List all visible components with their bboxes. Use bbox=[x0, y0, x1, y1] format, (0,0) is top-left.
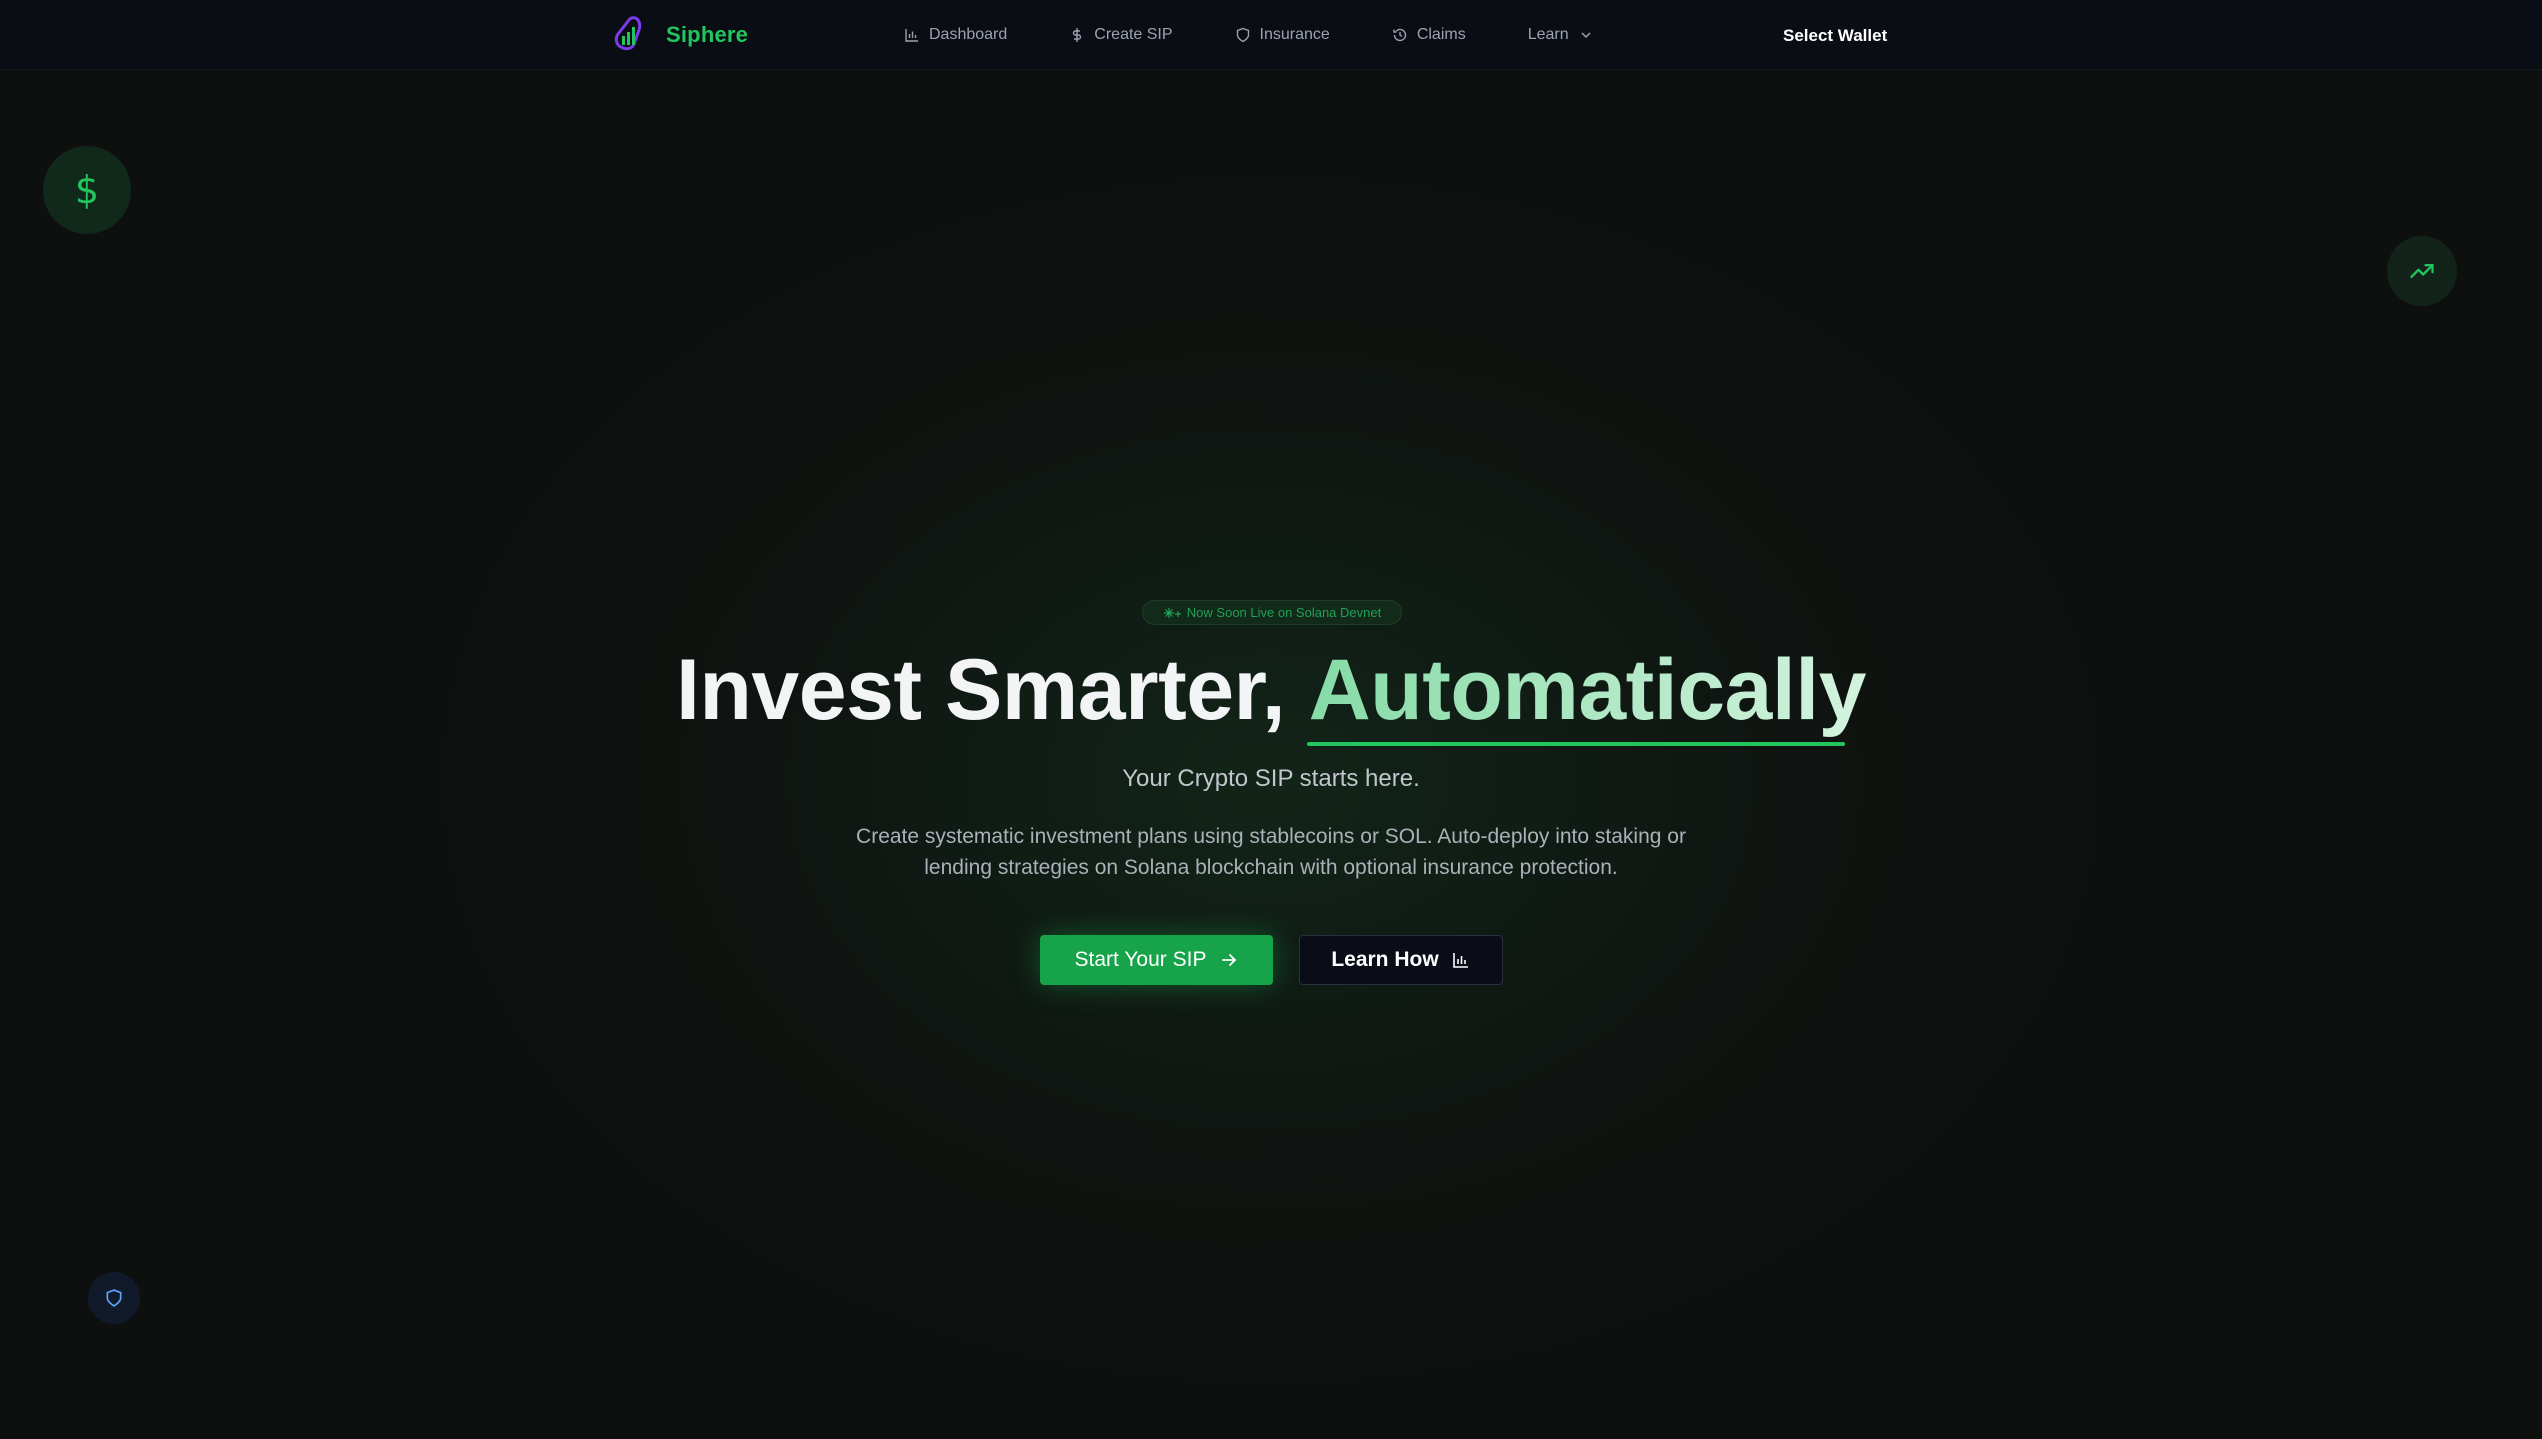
shield-icon bbox=[1236, 27, 1249, 43]
nav-dashboard[interactable]: Dashboard bbox=[904, 26, 1007, 44]
page: Siphere Dashboard Create SIP Insurance C… bbox=[0, 0, 2542, 1439]
chart-bars-logo-icon bbox=[614, 16, 642, 51]
nav-dashboard-label: Dashboard bbox=[929, 26, 1008, 43]
nav-insurance-label: Insurance bbox=[1259, 26, 1330, 43]
status-badge: Now Soon Live on Solana Devnet bbox=[1142, 600, 1402, 625]
arrow-right-icon bbox=[1222, 954, 1237, 966]
main-nav: Dashboard Create SIP Insurance Claims Le… bbox=[904, 0, 1594, 70]
brand-name: Siphere bbox=[666, 22, 749, 47]
nav-learn-label: Learn bbox=[1527, 26, 1569, 43]
nav-learn-dropdown[interactable]: Learn bbox=[1528, 26, 1594, 44]
floating-trend-bubble bbox=[2387, 236, 2457, 306]
headline-underline bbox=[1307, 742, 1845, 746]
sparkle-icon bbox=[1163, 607, 1181, 618]
floating-dollar-bubble: $ bbox=[43, 146, 131, 234]
headline-part-2: Automatically bbox=[1309, 638, 1867, 742]
nav-insurance[interactable]: Insurance bbox=[1235, 26, 1330, 44]
brand-link[interactable]: Siphere bbox=[612, 14, 748, 56]
learn-how-button[interactable]: Learn How bbox=[1299, 935, 1503, 985]
dollar-icon: $ bbox=[74, 168, 100, 212]
start-sip-button-label: Start Your SIP bbox=[1074, 948, 1207, 971]
select-wallet-button[interactable]: Select Wallet bbox=[1783, 22, 1887, 50]
status-badge-text: Now Soon Live on Solana Devnet bbox=[1186, 605, 1382, 620]
nav-claims[interactable]: Claims bbox=[1392, 26, 1466, 44]
nav-create-sip[interactable]: Create SIP bbox=[1069, 26, 1173, 44]
trending-up-icon bbox=[2410, 264, 2434, 278]
shield-icon bbox=[106, 1289, 122, 1307]
start-sip-button[interactable]: Start Your SIP bbox=[1040, 935, 1273, 985]
nav-create-sip-label: Create SIP bbox=[1094, 26, 1173, 43]
hero-subhead: Your Crypto SIP starts here. bbox=[1122, 765, 1420, 792]
bar-chart-icon bbox=[1452, 953, 1468, 968]
bar-chart-icon bbox=[905, 29, 918, 42]
nav-claims-label: Claims bbox=[1416, 26, 1466, 43]
headline-part-1: Invest Smarter, bbox=[676, 642, 1309, 738]
history-icon bbox=[1393, 28, 1406, 42]
chevron-down-icon bbox=[1581, 32, 1591, 39]
floating-shield-bubble bbox=[88, 1272, 140, 1324]
hero-headline: Invest Smarter, Automatically bbox=[0, 638, 2542, 742]
top-navbar: Siphere Dashboard Create SIP Insurance C… bbox=[0, 0, 2542, 70]
dollar-icon bbox=[1073, 28, 1082, 42]
hero-description: Create systematic investment plans using… bbox=[856, 825, 1686, 879]
learn-how-button-label: Learn How bbox=[1331, 948, 1439, 971]
